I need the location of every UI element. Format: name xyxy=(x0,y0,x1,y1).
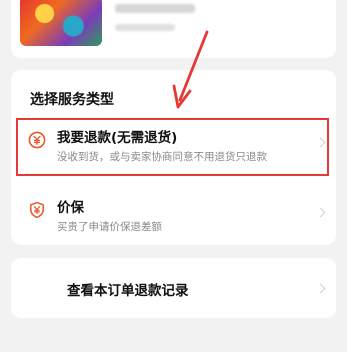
chevron-right-icon xyxy=(315,283,326,294)
product-thumbnail xyxy=(20,0,102,46)
refund-record-link[interactable]: 查看本订单退款记录 xyxy=(67,279,189,299)
product-card xyxy=(11,0,336,58)
option-subtitle: 没收到货，或与卖家协商同意不用退货只退款 xyxy=(57,151,267,163)
option-refund-only[interactable]: 我要退款(无需退货) 没收到货，或与卖家协商同意不用退货只退款 xyxy=(11,118,336,176)
refund-coin-icon xyxy=(28,131,46,149)
product-spec-blurred xyxy=(115,24,175,31)
service-type-card: 选择服务类型 我要退款(无需退货) 没收到货，或与卖家协商同意不用退货只退款 价… xyxy=(11,70,336,245)
refund-record-card[interactable]: 查看本订单退款记录 xyxy=(11,258,336,318)
product-title-blurred xyxy=(115,4,195,13)
option-title: 价保 xyxy=(57,200,84,216)
option-price-protection[interactable]: 价保 买贵了申请价保退差额 xyxy=(11,188,336,246)
option-title: 我要退款(无需退货) xyxy=(57,130,178,146)
chevron-right-icon xyxy=(315,207,326,218)
option-subtitle: 买贵了申请价保退差额 xyxy=(57,221,162,233)
section-title: 选择服务类型 xyxy=(30,92,114,108)
price-protect-shield-icon xyxy=(30,201,44,219)
